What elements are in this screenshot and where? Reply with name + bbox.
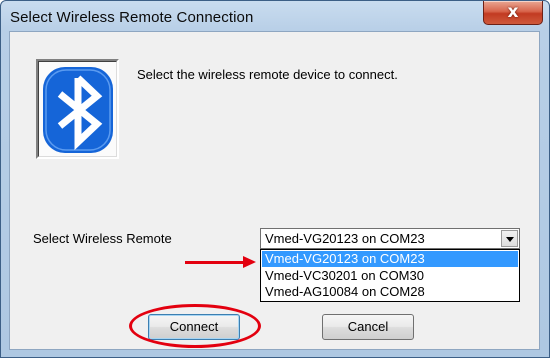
dropdown-option[interactable]: Vmed-VG20123 on COM23 (262, 251, 518, 267)
dropdown-option[interactable]: Vmed-AG10084 on COM28 (262, 284, 518, 300)
window-title: Select Wireless Remote Connection (10, 9, 254, 26)
annotation-arrow-line (185, 261, 247, 264)
select-remote-label: Select Wireless Remote (33, 231, 172, 246)
close-icon: x (507, 2, 519, 22)
dropdown-option[interactable]: Vmed-VC30201 on COM30 (262, 268, 518, 284)
chevron-down-icon[interactable] (501, 230, 518, 247)
annotation-arrow-icon (243, 256, 256, 268)
connect-button[interactable]: Connect (148, 314, 240, 340)
bluetooth-icon (43, 67, 113, 153)
dialog-body: Select the wireless remote device to con… (9, 31, 540, 350)
bluetooth-icon-frame (36, 59, 119, 159)
remote-select-combobox[interactable]: Vmed-VG20123 on COM23 (260, 228, 520, 249)
remote-dropdown-list[interactable]: Vmed-VG20123 on COM23 Vmed-VC30201 on CO… (260, 249, 520, 302)
dialog-window: Select Wireless Remote Connection x Sele… (0, 0, 550, 358)
close-button[interactable]: x (483, 1, 543, 25)
cancel-button[interactable]: Cancel (322, 314, 414, 340)
title-bar[interactable]: Select Wireless Remote Connection x (1, 1, 549, 31)
combobox-value: Vmed-VG20123 on COM23 (265, 231, 425, 246)
instruction-text: Select the wireless remote device to con… (137, 67, 398, 82)
